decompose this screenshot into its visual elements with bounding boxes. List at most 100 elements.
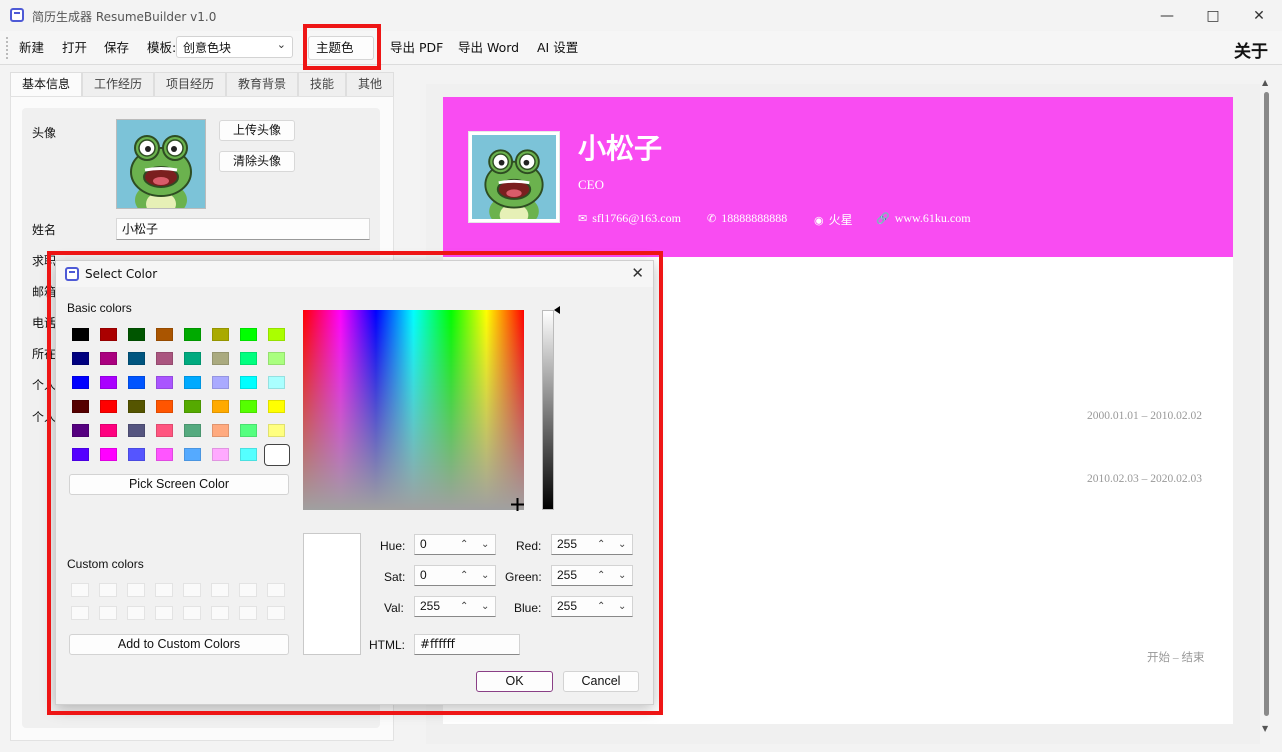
basic-color-swatch[interactable] <box>184 448 201 461</box>
basic-color-swatch[interactable] <box>72 328 89 341</box>
basic-color-swatch[interactable] <box>212 400 229 413</box>
custom-color-slot[interactable] <box>267 583 285 597</box>
chevron-down-icon[interactable]: ⌄ <box>618 535 626 554</box>
basic-color-swatch[interactable] <box>240 376 257 389</box>
export-pdf-button[interactable]: 导出 PDF <box>390 38 443 58</box>
ok-button[interactable]: OK <box>476 671 553 692</box>
basic-color-swatch[interactable] <box>156 400 173 413</box>
basic-color-swatch[interactable] <box>268 424 285 437</box>
basic-color-swatch[interactable] <box>72 376 89 389</box>
basic-color-swatch[interactable] <box>240 328 257 341</box>
green-spinbox[interactable]: 255 ⌃ ⌄ <box>551 565 633 586</box>
basic-color-swatch[interactable] <box>268 352 285 365</box>
custom-color-slot[interactable] <box>239 606 257 620</box>
about-button[interactable]: 关于 <box>1234 37 1268 62</box>
basic-color-swatch[interactable] <box>264 444 290 466</box>
export-word-button[interactable]: 导出 Word <box>458 38 519 58</box>
basic-color-swatch[interactable] <box>212 328 229 341</box>
basic-color-swatch[interactable] <box>128 376 145 389</box>
basic-color-swatch[interactable] <box>156 352 173 365</box>
chevron-down-icon[interactable]: ⌄ <box>618 597 626 616</box>
tab-other[interactable]: 其他 <box>346 72 394 96</box>
maximize-icon[interactable]: □ <box>1190 0 1236 31</box>
basic-color-swatch[interactable] <box>100 448 117 461</box>
dialog-close-icon[interactable]: ✕ <box>631 264 644 282</box>
chevron-down-icon[interactable]: ⌄ <box>481 535 489 554</box>
custom-color-slot[interactable] <box>267 606 285 620</box>
scrollbar-thumb[interactable] <box>1264 92 1269 716</box>
chevron-up-icon[interactable]: ⌃ <box>460 597 468 616</box>
basic-color-swatch[interactable] <box>184 376 201 389</box>
blue-spinbox[interactable]: 255 ⌃ ⌄ <box>551 596 633 617</box>
basic-color-swatch[interactable] <box>240 352 257 365</box>
chevron-up-icon[interactable]: ⌃ <box>460 566 468 585</box>
custom-color-slot[interactable] <box>71 606 89 620</box>
basic-color-swatch[interactable] <box>128 448 145 461</box>
basic-color-swatch[interactable] <box>212 376 229 389</box>
basic-color-swatch[interactable] <box>72 448 89 461</box>
basic-color-swatch[interactable] <box>100 424 117 437</box>
basic-color-swatch[interactable] <box>268 376 285 389</box>
basic-color-swatch[interactable] <box>184 328 201 341</box>
new-button[interactable]: 新建 <box>19 38 44 58</box>
basic-color-swatch[interactable] <box>184 424 201 437</box>
theme-color-button[interactable]: 主题色 <box>308 36 374 60</box>
basic-color-swatch[interactable] <box>240 448 257 461</box>
upload-avatar-button[interactable]: 上传头像 <box>219 120 295 141</box>
chevron-down-icon[interactable]: ⌄ <box>481 597 489 616</box>
basic-color-swatch[interactable] <box>212 352 229 365</box>
custom-color-slot[interactable] <box>127 583 145 597</box>
basic-color-swatch[interactable] <box>156 448 173 461</box>
chevron-up-icon[interactable]: ⌃ <box>597 597 605 616</box>
tab-skills[interactable]: 技能 <box>298 72 346 96</box>
custom-color-slot[interactable] <box>127 606 145 620</box>
basic-color-swatch[interactable] <box>128 400 145 413</box>
basic-color-swatch[interactable] <box>100 328 117 341</box>
basic-color-swatch[interactable] <box>128 328 145 341</box>
red-spinbox[interactable]: 255 ⌃ ⌄ <box>551 534 633 555</box>
val-spinbox[interactable]: 255 ⌃ ⌄ <box>414 596 496 617</box>
chevron-up-icon[interactable]: ⌃ <box>597 566 605 585</box>
custom-color-slot[interactable] <box>239 583 257 597</box>
chevron-down-icon[interactable]: ⌄ <box>481 566 489 585</box>
basic-color-swatch[interactable] <box>156 328 173 341</box>
hue-saturation-picker[interactable] <box>303 310 524 510</box>
sat-spinbox[interactable]: 0 ⌃ ⌄ <box>414 565 496 586</box>
basic-color-swatch[interactable] <box>72 352 89 365</box>
custom-color-slot[interactable] <box>155 606 173 620</box>
basic-color-swatch[interactable] <box>184 400 201 413</box>
basic-color-swatch[interactable] <box>212 448 229 461</box>
preview-scrollbar[interactable]: ▲ ▼ <box>1260 70 1274 746</box>
clear-avatar-button[interactable]: 清除头像 <box>219 151 295 172</box>
luminance-marker-icon[interactable] <box>554 306 560 314</box>
basic-color-swatch[interactable] <box>72 400 89 413</box>
minimize-icon[interactable]: — <box>1144 0 1190 31</box>
tab-projects[interactable]: 项目经历 <box>154 72 226 96</box>
custom-color-slot[interactable] <box>71 583 89 597</box>
custom-color-slot[interactable] <box>211 583 229 597</box>
basic-color-swatch[interactable] <box>268 328 285 341</box>
tab-work[interactable]: 工作经历 <box>82 72 154 96</box>
open-button[interactable]: 打开 <box>62 38 87 58</box>
ai-settings-button[interactable]: AI 设置 <box>537 38 578 58</box>
basic-color-swatch[interactable] <box>72 424 89 437</box>
pick-screen-color-button[interactable]: Pick Screen Color <box>69 474 289 495</box>
basic-color-swatch[interactable] <box>240 400 257 413</box>
hue-spinbox[interactable]: 0 ⌃ ⌄ <box>414 534 496 555</box>
tab-education[interactable]: 教育背景 <box>226 72 298 96</box>
chevron-up-icon[interactable]: ⌃ <box>460 535 468 554</box>
custom-color-slot[interactable] <box>183 606 201 620</box>
basic-color-swatch[interactable] <box>100 400 117 413</box>
html-color-input[interactable]: #ffffff <box>414 634 520 655</box>
basic-color-swatch[interactable] <box>100 352 117 365</box>
scroll-down-icon[interactable]: ▼ <box>1262 724 1268 733</box>
chevron-down-icon[interactable]: ⌄ <box>618 566 626 585</box>
custom-color-slot[interactable] <box>155 583 173 597</box>
template-select[interactable]: 创意色块 ⌄ <box>176 36 293 58</box>
luminance-slider[interactable] <box>542 310 554 510</box>
basic-color-swatch[interactable] <box>212 424 229 437</box>
basic-color-swatch[interactable] <box>128 352 145 365</box>
basic-color-swatch[interactable] <box>240 424 257 437</box>
close-icon[interactable]: ✕ <box>1236 0 1282 31</box>
basic-color-swatch[interactable] <box>268 400 285 413</box>
